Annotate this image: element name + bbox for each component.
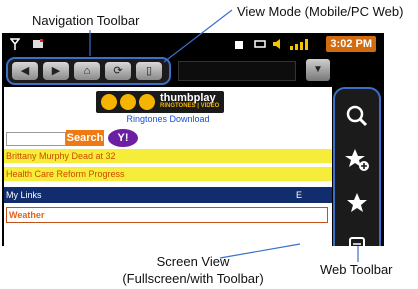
navigation-toolbar: ◀ ▶ ⌂ ⟳ ▯ [6,57,171,85]
play-icon [120,94,136,110]
my-links-header[interactable]: My Links E [4,187,332,203]
screen-view-callout-line2: (Fullscreen/with Toolbar) [122,271,264,286]
usb-icon [254,38,266,50]
my-links-label: My Links [6,190,42,200]
bookmarks-button[interactable] [339,185,375,223]
signal-icon [9,38,21,50]
add-bookmark-icon [345,149,369,171]
status-bar: 3:02 PM [2,33,384,55]
ringtones-link[interactable]: Ringtones Download [4,114,332,124]
thumbplay-banner[interactable]: thumbplay RINGTONES | VIDEO [96,91,224,113]
my-links-edit[interactable]: E [296,187,302,203]
refresh-icon: ⟳ [113,65,123,77]
view-mode-icon: ▯ [145,65,153,77]
search-input[interactable] [6,132,66,146]
refresh-button[interactable]: ⟳ [105,62,131,80]
search-tool-button[interactable] [339,97,375,135]
back-icon: ◀ [20,65,30,77]
navigation-toolbar-callout: Navigation Toolbar [32,13,140,28]
web-page: thumbplay RINGTONES | VIDEO Ringtones Do… [4,87,332,246]
menu-list-icon [349,237,365,246]
signal-strength-icon [290,38,312,50]
menu-button[interactable] [339,229,375,246]
search-icon [346,105,368,127]
view-mode-callout: View Mode (Mobile/PC Web) [237,4,404,19]
web-toolbar [333,87,381,246]
music-note-icon [101,94,117,110]
search-button[interactable]: Search [66,130,104,146]
speaker-icon [272,38,284,50]
url-field[interactable] [178,61,296,81]
web-toolbar-callout: Web Toolbar [320,262,393,277]
back-button[interactable]: ◀ [12,62,38,80]
chevron-down-icon: ▼ [313,64,323,75]
clock: 3:02 PM [326,36,376,52]
bookmark-star-icon [347,193,367,212]
screen-view-callout-line1: Screen View [156,254,230,269]
news-link[interactable]: Brittany Murphy Dead at 32 [4,149,332,163]
message-icon [32,38,44,50]
sd-card-icon [234,38,244,50]
plus-icon [139,94,155,110]
yahoo-logo: Y! [108,129,138,147]
forward-icon: ▶ [51,65,61,77]
forward-button[interactable]: ▶ [43,62,69,80]
home-button[interactable]: ⌂ [74,62,100,80]
weather-link[interactable]: Weather [6,207,328,223]
home-icon: ⌂ [83,65,91,77]
banner-subtitle: RINGTONES | VIDEO [160,103,220,109]
phone-screen: 3:02 PM ◀ ▶ ⌂ ⟳ ▯ ▼ thumbplay RINGTONES … [2,33,384,246]
news-link[interactable]: Health Care Reform Progress [4,167,332,181]
view-mode-button[interactable]: ▯ [136,62,162,80]
add-bookmark-button[interactable] [339,141,375,179]
screen-view-callout: Screen View (Fullscreen/with Toolbar) [108,253,278,287]
url-dropdown-button[interactable]: ▼ [306,59,330,81]
